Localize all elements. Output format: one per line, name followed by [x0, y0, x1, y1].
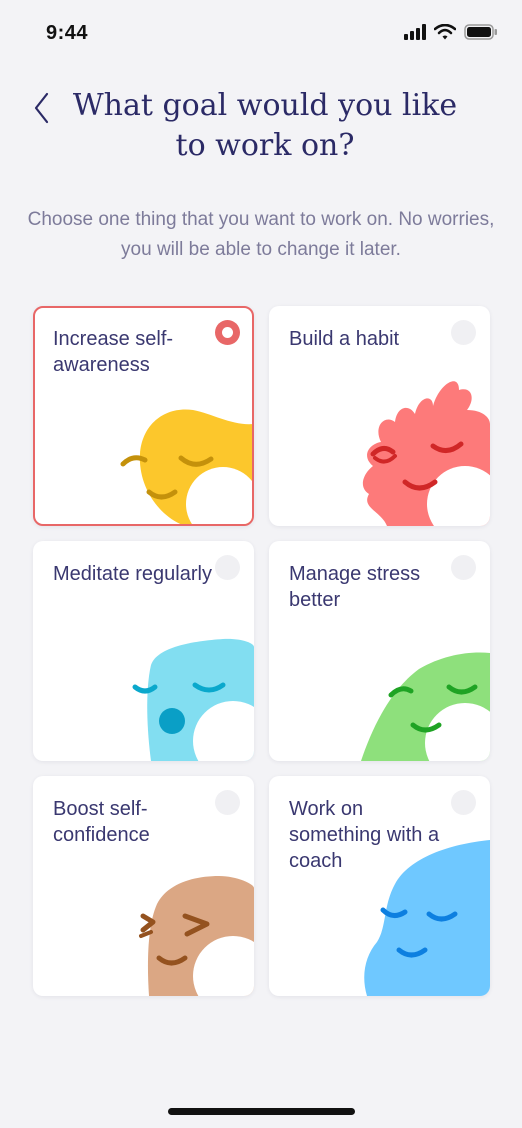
- goal-card-self-awareness[interactable]: Increase self-awareness: [33, 306, 254, 526]
- goal-card-self-confidence[interactable]: Boost self-confidence: [33, 776, 254, 996]
- goal-grid: Increase self-awareness Build a habit Me…: [33, 306, 490, 996]
- radio-unselected[interactable]: [451, 790, 476, 815]
- goal-label: Boost self-confidence: [53, 798, 150, 846]
- radio-selected[interactable]: [215, 320, 240, 345]
- back-button[interactable]: [30, 90, 62, 126]
- goal-label: Build a habit: [289, 328, 400, 350]
- home-indicator[interactable]: [168, 1108, 355, 1115]
- goal-card-meditate[interactable]: Meditate regularly: [33, 541, 254, 761]
- signal-icon: [404, 24, 426, 40]
- status-icons: [404, 24, 498, 40]
- goal-card-build-habit[interactable]: Build a habit: [269, 306, 490, 526]
- radio-unselected[interactable]: [451, 555, 476, 580]
- status-time: 9:44: [46, 22, 89, 44]
- goal-label: Meditate regularly: [53, 563, 212, 585]
- goal-label: Increase self-awareness: [53, 328, 174, 376]
- goal-card-manage-stress[interactable]: Manage stress better: [269, 541, 490, 761]
- radio-unselected[interactable]: [215, 555, 240, 580]
- subtitle: Choose one thing that you want to work o…: [27, 209, 495, 260]
- page-title: What goal would you like to work on?: [72, 88, 458, 163]
- battery-icon: [464, 24, 497, 40]
- radio-unselected[interactable]: [215, 790, 240, 815]
- goal-card-coach[interactable]: Work on something with a coach: [269, 776, 490, 996]
- radio-unselected[interactable]: [451, 320, 476, 345]
- goal-label: Work on something with a coach: [289, 798, 440, 872]
- wifi-icon: [434, 24, 456, 40]
- status-bar: 9:44: [0, 0, 522, 66]
- goal-label: Manage stress better: [289, 563, 421, 611]
- chevron-left-icon: [34, 92, 49, 124]
